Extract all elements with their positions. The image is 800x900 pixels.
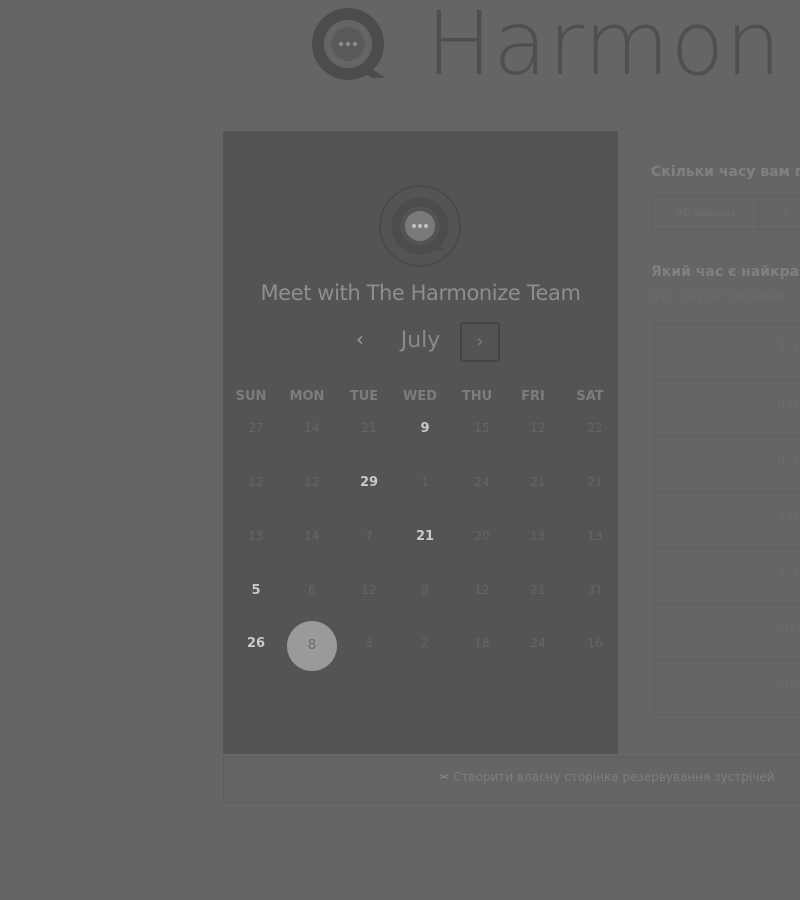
time-slot-label: 10:0 — [777, 622, 800, 637]
time-question: Який час є найкращ — [651, 264, 800, 280]
create-booking-page-label: Створити власну сторінка резервування зу… — [453, 770, 775, 784]
calendar-day[interactable]: 21 — [349, 421, 389, 441]
booking-options-panel: Скільки часу вам п 30 хвилин 1 Який час … — [630, 131, 800, 754]
weekday-label: SAT — [576, 389, 604, 404]
chat-bubble-avatar-icon — [379, 185, 461, 267]
calendar-day[interactable]: 27 — [236, 421, 276, 441]
calendar-day[interactable]: 21 — [575, 475, 615, 495]
duration-question: Скільки часу вам п — [651, 164, 800, 180]
calendar-day[interactable]: 31 — [575, 583, 615, 603]
time-slot-label: 10:3 — [777, 678, 800, 693]
time-slot[interactable]: 8:3 — [655, 436, 800, 493]
calendar-day[interactable]: 8 — [405, 583, 445, 603]
time-slot-label: 8:0 — [777, 398, 798, 413]
booking-calendar-card: Meet with The Harmonize Team ‹ July › SU… — [223, 131, 618, 754]
weekday-label: WED — [402, 389, 437, 404]
next-month-button[interactable]: › — [460, 322, 500, 362]
calendar-day[interactable]: 12 — [236, 475, 276, 495]
chat-bubble-logo-icon — [312, 8, 386, 80]
time-slot-label: 9:0 — [777, 510, 798, 525]
calendar-day[interactable]: 3 — [349, 636, 389, 656]
weekday-label: FRI — [521, 389, 545, 404]
calendar-day[interactable]: 21 — [405, 529, 445, 549]
calendar-day[interactable]: 1 — [405, 475, 445, 495]
calendar-day[interactable]: 16 — [575, 636, 615, 656]
calendar-day[interactable]: 15 — [462, 421, 502, 441]
footer-bar: ✂ Створити власну сторінка резервування з… — [223, 757, 800, 803]
time-slot-label: 8:3 — [777, 454, 798, 469]
calendar-day[interactable]: 29 — [349, 475, 389, 495]
weekday-header: SUN MON TUE WED THU FRI SAT — [223, 389, 618, 409]
calendar-day[interactable]: 12 — [292, 475, 332, 495]
time-slot[interactable]: 7:3 — [655, 324, 800, 381]
time-slot[interactable]: 10:0 — [655, 604, 800, 661]
meeting-title: Meet with The Harmonize Team — [260, 281, 581, 305]
create-booking-page-link[interactable]: ✂ Створити власну сторінка резервування з… — [439, 770, 774, 784]
time-slot-label: 9:3 — [777, 566, 798, 581]
time-slot[interactable]: 9:3 — [655, 548, 800, 605]
month-navigation: ‹ July › — [223, 321, 618, 365]
calendar-day[interactable]: 5 — [236, 583, 276, 603]
calendar-day-selected[interactable]: 8 — [287, 621, 337, 671]
calendar-day[interactable]: 7 — [349, 529, 389, 549]
calendar-day[interactable]: 21 — [518, 475, 558, 495]
time-slot-list: 7:3 8:0 8:3 9:0 9:3 10:0 10:3 — [654, 323, 800, 715]
month-label: July — [400, 328, 441, 353]
calendar-day[interactable]: 21 — [518, 583, 558, 603]
previous-month-button[interactable]: ‹ — [348, 327, 372, 353]
calendar-day[interactable]: 2 — [405, 636, 445, 656]
time-slot[interactable]: 8:0 — [655, 380, 800, 437]
calendar-day[interactable]: 14 — [292, 529, 332, 549]
calendar-day[interactable]: 13 — [575, 529, 615, 549]
timezone-selector[interactable]: UTC +02:00 Східноєв — [651, 289, 783, 303]
weekday-label: SUN — [235, 389, 267, 404]
calendar-day[interactable]: 9 — [405, 421, 445, 441]
calendar-day[interactable]: 18 — [462, 636, 502, 656]
time-slot-label: 7:3 — [777, 342, 798, 357]
weekday-label: TUE — [349, 389, 379, 404]
calendar-day[interactable]: 6 — [292, 583, 332, 603]
calendar-day[interactable]: 22 — [575, 421, 615, 441]
calendar-day[interactable]: 20 — [462, 529, 502, 549]
duration-selector: 30 хвилин 1 — [652, 196, 800, 230]
calendar-day[interactable]: 14 — [292, 421, 332, 441]
calendar-day[interactable]: 13 — [518, 529, 558, 549]
calendar-day[interactable]: 12 — [518, 421, 558, 441]
calendar-day[interactable]: 12 — [349, 583, 389, 603]
weekday-label: THU — [461, 389, 493, 404]
calendar-day[interactable]: 13 — [236, 529, 276, 549]
calendar-day[interactable]: 24 — [462, 475, 502, 495]
brand-name: Harmon — [426, 0, 783, 95]
wand-icon: ✂ — [439, 770, 450, 784]
time-slot[interactable]: 10:3 — [655, 660, 800, 716]
calendar-day[interactable]: 12 — [462, 583, 502, 603]
calendar-day[interactable]: 26 — [236, 636, 276, 656]
weekday-label: MON — [289, 389, 325, 404]
time-slot[interactable]: 9:0 — [655, 492, 800, 549]
duration-option-60[interactable]: 1 — [759, 197, 800, 229]
duration-option-30[interactable]: 30 хвилин — [653, 197, 759, 229]
calendar-day[interactable]: 24 — [518, 636, 558, 656]
